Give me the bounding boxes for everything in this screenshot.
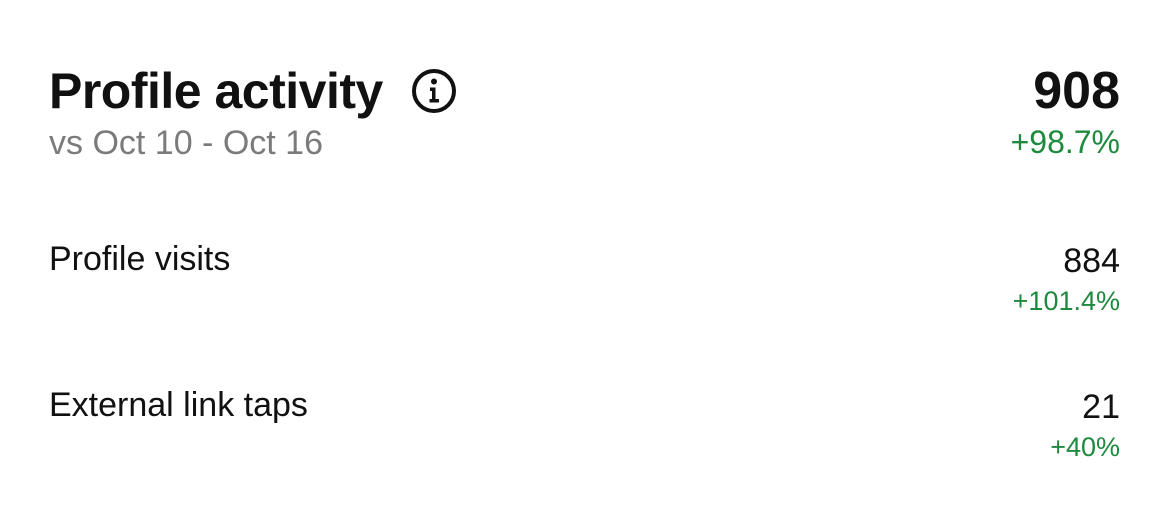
comparison-period: vs Oct 10 - Oct 16 [49,124,323,162]
metric-row-external-link-taps: External link taps 21 +40% [49,386,1120,476]
metric-row-profile-visits: Profile visits 884 +101.4% [49,240,1120,330]
page-title: Profile activity [49,63,383,119]
profile-activity-header: Profile activity vs Oct 10 - Oct 16 908 … [49,60,1120,170]
metric-label: Profile visits [49,240,231,278]
total-activity-value: 908 [1033,62,1120,120]
title-row: Profile activity [49,60,457,122]
metric-value: 884 [1063,242,1120,280]
metric-value: 21 [1082,388,1120,426]
info-circle-icon [411,69,456,113]
metric-change: +40% [1050,432,1120,462]
metric-label: External link taps [49,386,308,424]
total-activity-change: +98.7% [1010,124,1120,160]
info-icon[interactable] [411,68,457,114]
metric-change: +101.4% [1012,286,1120,316]
